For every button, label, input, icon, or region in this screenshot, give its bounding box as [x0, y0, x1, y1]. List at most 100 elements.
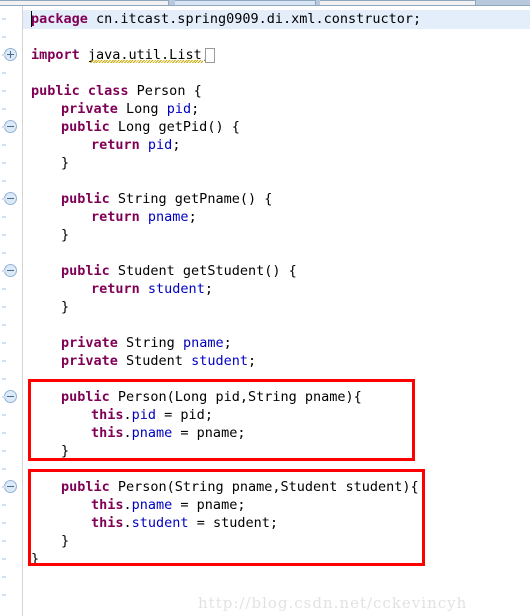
field-token: pid — [166, 101, 192, 117]
gutter-tick — [2, 198, 6, 200]
code-line[interactable]: } — [31, 550, 39, 568]
code-token: Long getPid() { — [109, 119, 240, 135]
field-token: pname — [182, 335, 224, 351]
code-line[interactable]: this.pid = pid; — [91, 406, 213, 424]
gutter-tick — [2, 576, 6, 578]
empty-selection-box — [205, 48, 215, 63]
code-line[interactable]: public Person(Long pid,String pname){ — [61, 388, 362, 406]
code-token: } — [61, 155, 70, 171]
gutter-tick — [2, 486, 6, 488]
keyword-token: public — [61, 479, 110, 495]
code-line[interactable]: private String pname; — [61, 334, 232, 352]
code-token: = student; — [188, 515, 278, 531]
code-token: . — [123, 497, 132, 513]
gutter-tick — [2, 378, 6, 380]
code-line[interactable]: return pname; — [91, 208, 197, 226]
gutter-tick — [2, 306, 6, 308]
field-token: pname — [131, 425, 173, 441]
gutter-tick — [2, 180, 6, 182]
keyword-token: return — [91, 137, 140, 153]
code-line[interactable]: private Student student; — [61, 352, 256, 370]
code-line[interactable]: private Long pid; — [61, 100, 199, 118]
keyword-token: this — [91, 407, 124, 423]
field-token: student — [131, 515, 189, 531]
code-token: } — [61, 533, 70, 549]
code-token: . — [123, 515, 132, 531]
code-line[interactable]: return pid; — [91, 136, 180, 154]
gutter-tick — [2, 432, 6, 434]
field-token: pname — [131, 497, 173, 513]
code-line[interactable]: this.student = student; — [91, 514, 278, 532]
code-line[interactable]: public Student getStudent() { — [61, 262, 297, 280]
gutter-tick — [2, 162, 6, 164]
code-token: cn.itcast.spring0909.di.xml.constructor; — [87, 11, 422, 27]
gutter-tick — [2, 216, 6, 218]
gutter-tick — [2, 342, 6, 344]
code-surface[interactable]: package cn.itcast.spring0909.di.xml.cons… — [23, 6, 530, 616]
code-line[interactable]: public Long getPid() { — [61, 118, 240, 136]
field-token: pid — [131, 407, 157, 423]
code-line[interactable]: public class Person { — [31, 82, 202, 100]
gutter-tick — [2, 108, 6, 110]
field-token: pid — [147, 137, 173, 153]
keyword-token: public — [61, 263, 110, 279]
code-token: Person(Long pid,String pname){ — [109, 389, 362, 405]
gutter-tick — [2, 36, 6, 38]
code-token: } — [31, 551, 40, 567]
code-line[interactable]: this.pname = pname; — [91, 424, 245, 442]
gutter-tick — [2, 234, 6, 236]
code-token: Student getStudent() { — [109, 263, 297, 279]
code-token: } — [61, 299, 70, 315]
gutter-tick — [2, 360, 6, 362]
code-line[interactable]: } — [61, 532, 69, 550]
gutter-tick — [2, 252, 6, 254]
gutter-tick — [2, 540, 6, 542]
keyword-token: private — [61, 335, 118, 351]
gutter-tick — [2, 54, 6, 56]
keyword-token: this — [91, 497, 124, 513]
gutter-tick — [2, 324, 6, 326]
watermark-text: http://blog.csdn.net/cckevincyh — [198, 594, 468, 612]
code-line[interactable]: this.pname = pname; — [91, 496, 245, 514]
gutter-tick — [2, 468, 6, 470]
keyword-token: package — [31, 11, 88, 27]
keyword-token: return — [91, 209, 140, 225]
code-line[interactable]: package cn.itcast.spring0909.di.xml.cons… — [31, 10, 421, 28]
code-line[interactable]: public Person(String pname,Student stude… — [61, 478, 419, 496]
code-line[interactable]: return student; — [91, 280, 213, 298]
code-line[interactable]: } — [61, 226, 69, 244]
code-line[interactable]: } — [61, 442, 69, 460]
code-token: = pid; — [156, 407, 213, 423]
gutter-tick — [2, 90, 6, 92]
keyword-token: public — [61, 191, 110, 207]
keyword-token: public class — [31, 83, 129, 99]
editor-window: package cn.itcast.spring0909.di.xml.cons… — [0, 0, 530, 616]
code-line[interactable]: } — [61, 154, 69, 172]
code-line[interactable]: public String getPname() { — [61, 190, 272, 208]
code-token: String — [117, 335, 183, 351]
keyword-token: import — [31, 47, 80, 63]
gutter-tick — [2, 18, 6, 20]
keyword-token: private — [61, 101, 118, 117]
folding-gutter[interactable] — [0, 6, 22, 616]
code-token: ; — [191, 101, 200, 117]
gutter-tick — [2, 450, 6, 452]
gutter-tick — [2, 594, 6, 596]
field-token: student — [147, 281, 205, 297]
code-token: ; — [247, 353, 257, 369]
source-editor[interactable]: package cn.itcast.spring0909.di.xml.cons… — [0, 6, 530, 616]
gutter-tick — [2, 144, 6, 146]
code-line[interactable]: } — [61, 298, 69, 316]
code-token: = pname; — [172, 497, 246, 513]
keyword-token: public — [61, 389, 110, 405]
code-token: String getPname() { — [109, 191, 273, 207]
gutter-tick — [2, 72, 6, 74]
code-token: . — [123, 425, 132, 441]
gutter-tick — [2, 414, 6, 416]
gutter-tick — [2, 558, 6, 560]
field-token: student — [191, 353, 248, 369]
code-token: Student — [117, 353, 192, 369]
keyword-token: public — [61, 119, 110, 135]
